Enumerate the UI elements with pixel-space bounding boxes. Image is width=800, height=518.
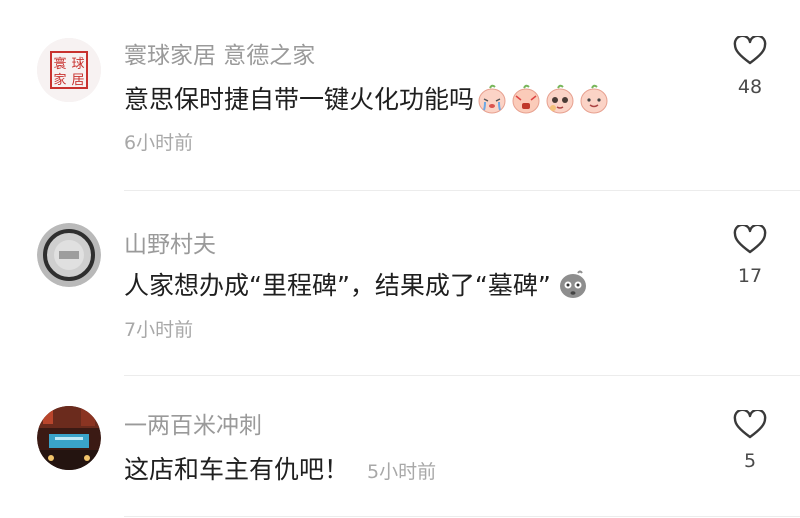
svg-text:寰: 寰 xyxy=(53,56,66,72)
comment-text-body: 这店和车主有仇吧！ xyxy=(124,455,350,484)
heart-outline-icon xyxy=(733,36,767,65)
night-street-avatar xyxy=(37,406,101,470)
shocked-peach-emoji xyxy=(510,82,542,114)
avatar[interactable]: 寰 球 家 居 xyxy=(37,38,101,102)
username[interactable]: 山野村夫 xyxy=(124,225,216,259)
comment-time: 5小时前 xyxy=(367,460,437,483)
comment-item: 山野村夫 人家想办成“里程碑”，结果成了“墓碑” 7小时前 17 xyxy=(0,191,800,376)
like-count: 48 xyxy=(737,76,763,98)
like-button[interactable]: 48 xyxy=(724,36,776,98)
pleading-peach-emoji xyxy=(544,82,576,114)
comment-text-body: 人家想办成“里程碑”，结果成了“墓碑” xyxy=(124,271,551,300)
dizzy-face-emoji xyxy=(557,268,589,300)
comment-item: 寰 球 家 居 寰球家居 意德之家 意思保时捷自带一键火化功能吗 6小时前 48 xyxy=(0,0,800,190)
username[interactable]: 一两百米冲刺 xyxy=(124,406,262,440)
like-button[interactable]: 5 xyxy=(724,410,776,472)
heart-outline-icon xyxy=(733,225,767,254)
comment-time: 6小时前 xyxy=(124,132,194,154)
like-count: 5 xyxy=(743,450,757,472)
comment-text: 意思保时捷自带一键火化功能吗 xyxy=(124,80,610,116)
divider xyxy=(124,516,800,517)
smiling-peach-emoji xyxy=(578,82,610,114)
comment-item: 一两百米冲刺 这店和车主有仇吧！ 5小时前 5 xyxy=(0,376,800,518)
like-button[interactable]: 17 xyxy=(724,225,776,287)
username[interactable]: 寰球家居 意德之家 xyxy=(124,36,315,70)
heart-outline-icon xyxy=(733,410,767,439)
avatar[interactable] xyxy=(37,223,101,287)
comment-text: 人家想办成“里程碑”，结果成了“墓碑” xyxy=(124,266,589,302)
gray-photo-avatar xyxy=(37,223,101,287)
svg-text:球: 球 xyxy=(71,57,84,72)
logo-seal-avatar: 寰 球 家 居 xyxy=(37,38,101,102)
svg-text:居: 居 xyxy=(71,73,84,88)
crying-peach-emoji xyxy=(476,82,508,114)
comment-text: 这店和车主有仇吧！ 5小时前 xyxy=(124,450,436,486)
comment-text-body: 意思保时捷自带一键火化功能吗 xyxy=(124,85,475,114)
like-count: 17 xyxy=(737,265,763,287)
svg-text:家: 家 xyxy=(53,72,66,88)
avatar[interactable] xyxy=(37,406,101,470)
comment-time: 7小时前 xyxy=(124,319,194,341)
